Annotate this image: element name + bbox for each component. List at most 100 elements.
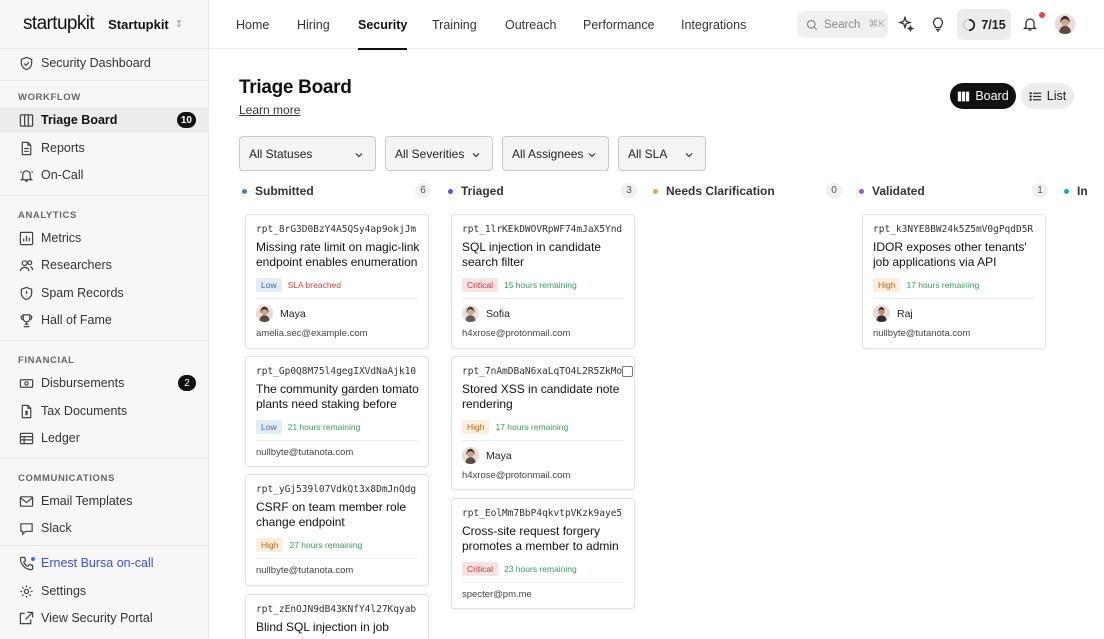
sidebar-item-settings[interactable]: Settings [0, 578, 209, 604]
gear-icon [19, 584, 34, 599]
tab-training[interactable]: Training [432, 0, 477, 49]
report-card[interactable]: rpt_k3NYE8BW24k5Z5mV0gPqdD5R IDOR expose… [862, 214, 1046, 349]
column-count: 6 [415, 183, 431, 198]
sla-status: 23 hours remaining [503, 564, 577, 574]
sidebar-item-label: Email Templates [41, 494, 133, 508]
column-header-validated: Validated [859, 184, 925, 198]
severity-badge: High [873, 278, 901, 292]
tab-security[interactable]: Security [358, 0, 408, 50]
tab-home[interactable]: Home [236, 0, 269, 49]
sidebar-item-hall-of-fame[interactable]: Hall of Fame [0, 307, 209, 333]
assignee-filter-select[interactable]: All Assignees [502, 136, 609, 171]
sidebar-item-label: Security Dashboard [41, 56, 151, 70]
table-icon [19, 431, 34, 446]
sidebar-item-spam-records[interactable]: Spam Records [0, 280, 209, 306]
report-card[interactable]: rpt_Gp0Q8M75l4gegIXVdNaAjk10 The communi… [245, 356, 429, 467]
column-title: Needs Clarification [666, 184, 775, 198]
sla-status: 27 hours remaining [289, 540, 363, 550]
chevron-down-icon [471, 149, 481, 163]
severity-badge: High [256, 538, 284, 552]
column-count: 3 [621, 183, 637, 198]
report-card[interactable]: rpt_EolMm7BbP4qkvtpVKzk9aye5 Cross-site … [451, 498, 635, 609]
banknote-icon [19, 376, 34, 391]
avatar [873, 305, 890, 322]
sidebar-item-view-security-portal[interactable]: View Security Portal [0, 605, 209, 631]
mail-icon [19, 494, 34, 509]
filter-value: All Severities [395, 146, 465, 161]
chat-icon [19, 521, 34, 536]
sidebar-item-email-templates[interactable]: Email Templates [0, 488, 209, 514]
reporter-email: specter@pm.me [462, 589, 532, 600]
sidebar-item-security-dashboard[interactable]: Security Dashboard [0, 50, 209, 76]
report-id: rpt_yGj539l07VdkQt3x8DmJnQdg [256, 484, 417, 495]
assignee-name: Maya [280, 307, 306, 320]
columns-icon [957, 90, 975, 103]
report-card[interactable]: rpt_1lrKEkDWOVRpWF74mJaX5Ynd SQL injecti… [451, 214, 635, 349]
view-list-button[interactable]: List [1021, 83, 1074, 109]
report-card[interactable]: rpt_yGj539l07VdkQt3x8DmJnQdg CSRF on tea… [245, 474, 429, 586]
avatar [462, 305, 479, 322]
reporter-email: nullbyte@tutanota.com [873, 328, 971, 339]
report-card[interactable]: rpt_8rG3D0BzY4A5QSy4ap9okjJm Missing rat… [245, 214, 429, 349]
sidebar-item-on-call-status[interactable]: Ernest Bursa on-call [0, 550, 209, 576]
file-dollar-icon [19, 404, 34, 419]
report-id: rpt_7nAmDBaN6xaLqTO4L2R5ZkMo [462, 366, 623, 377]
chevron-updown-icon[interactable]: ⇕ [175, 19, 183, 30]
brand-bar: startupkit Startupkit ⇕ [0, 0, 208, 49]
report-id: rpt_EolMm7BbP4qkvtpVKzk9aye5 [462, 508, 623, 519]
report-card[interactable]: rpt_zEnOJN9dB43KNfY4l27Kqyab Blind SQL i… [245, 594, 429, 639]
filter-value: All Assignees [512, 146, 584, 161]
assignee-name: Sofia [486, 307, 510, 320]
assignee: Raj [873, 305, 913, 322]
sidebar-item-metrics[interactable]: Metrics [0, 225, 209, 251]
reporter-email: amelia.sec@example.com [256, 328, 368, 339]
report-id: rpt_Gp0Q8M75l4gegIXVdNaAjk10 [256, 366, 417, 377]
report-card[interactable]: rpt_7nAmDBaN6xaLqTO4L2R5ZkMo Stored XSS … [451, 356, 635, 490]
status-dot [859, 188, 864, 194]
user-avatar[interactable] [1055, 14, 1075, 34]
severity-filter-select[interactable]: All Severities [385, 136, 493, 171]
sidebar-item-label: Spam Records [41, 286, 124, 300]
sparkle-icon[interactable] [894, 12, 918, 36]
sla-status: 17 hours remaining [495, 422, 569, 432]
progress-indicator[interactable]: 7/15 [957, 9, 1011, 40]
sidebar-item-tax-documents[interactable]: Tax Documents [0, 398, 209, 424]
count-badge: 2 [178, 375, 196, 391]
chevron-down-icon [354, 149, 364, 163]
search-button[interactable]: Search ⌘K [797, 11, 888, 38]
column-header-needs-clarification: Needs Clarification [653, 184, 775, 198]
org-switcher-label[interactable]: Startupkit [108, 17, 169, 32]
section-title-analytics: ANALYTICS [18, 210, 77, 221]
tab-hiring[interactable]: Hiring [297, 0, 330, 49]
sidebar-item-label: Disbursements [41, 376, 125, 390]
report-title: Stored XSS in candidate note rendering [462, 382, 620, 411]
lightbulb-icon[interactable] [926, 12, 950, 36]
sidebar: startupkit Startupkit ⇕ Security Dashboa… [0, 0, 209, 639]
sidebar-item-on-call[interactable]: On-Call [0, 162, 209, 188]
sidebar-item-label: View Security Portal [41, 611, 153, 625]
report-meta: High 27 hours remaining [256, 538, 362, 552]
select-checkbox[interactable] [622, 366, 633, 377]
sidebar-item-reports[interactable]: Reports [0, 135, 209, 161]
sidebar-item-slack[interactable]: Slack [0, 515, 209, 541]
tab-outreach[interactable]: Outreach [505, 0, 556, 49]
tab-integrations[interactable]: Integrations [681, 0, 746, 49]
tab-performance[interactable]: Performance [583, 0, 655, 49]
status-filter-select[interactable]: All Statuses [239, 136, 376, 171]
sidebar-item-researchers[interactable]: Researchers [0, 252, 209, 278]
sidebar-item-ledger[interactable]: Ledger [0, 425, 209, 451]
sidebar-item-disbursements[interactable]: Disbursements 2 [0, 370, 209, 396]
assignee: Maya [462, 447, 512, 464]
trophy-icon [19, 313, 34, 328]
sla-filter-select[interactable]: All SLA [618, 136, 706, 171]
bar-chart-icon [19, 231, 34, 246]
sidebar-item-triage-board[interactable]: Triage Board 10 [0, 107, 209, 133]
app-logo[interactable]: startupkit [23, 13, 95, 35]
column-title: Triaged [461, 184, 504, 198]
view-list-label: List [1046, 89, 1067, 103]
sla-status: 17 hours remaining [906, 280, 980, 290]
learn-more-link[interactable]: Learn more [239, 103, 300, 117]
view-board-button[interactable]: Board [950, 83, 1016, 109]
severity-badge: Low [256, 278, 282, 292]
assignee-name: Raj [897, 307, 913, 320]
